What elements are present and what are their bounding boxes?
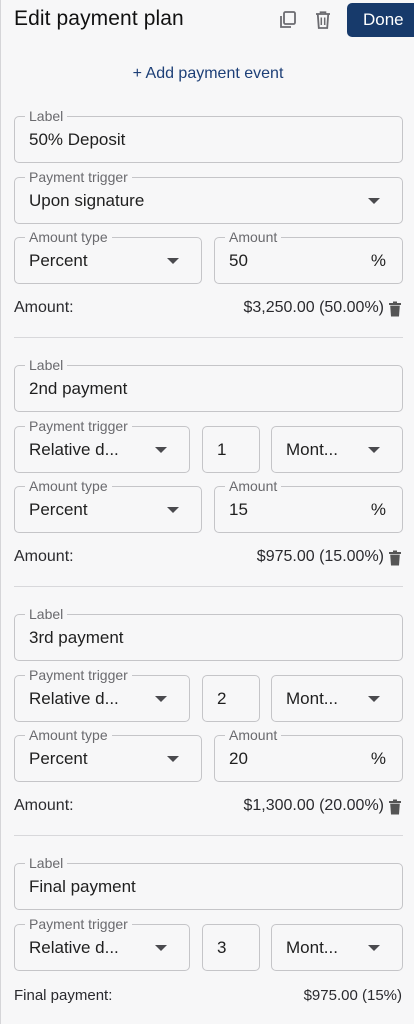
- chevron-down-icon: [368, 695, 380, 702]
- amount-summary-row: Amount: $3,250.00 (50.00%): [14, 299, 402, 321]
- payment-trigger-value: Upon signature: [29, 190, 145, 210]
- percent-suffix: %: [370, 250, 386, 270]
- offset-input[interactable]: 3: [202, 924, 260, 971]
- time-unit-value: Mont...: [286, 439, 338, 459]
- field-label: Label: [25, 855, 68, 871]
- page-title: Edit payment plan: [14, 7, 184, 30]
- label-field[interactable]: Label 50% Deposit: [14, 108, 403, 163]
- final-payment-value: $975.00 (15%): [303, 987, 402, 1004]
- copy-icon[interactable]: [277, 8, 299, 32]
- amount-type-value: Percent: [29, 748, 88, 768]
- payment-trigger-select[interactable]: Payment trigger Upon signature: [14, 169, 403, 224]
- payment-trigger-select[interactable]: Payment trigger Relative d...: [14, 916, 190, 971]
- payment-trigger-value: Relative d...: [29, 937, 119, 957]
- trash-icon[interactable]: [388, 550, 402, 566]
- trash-icon[interactable]: [388, 799, 402, 815]
- field-label: Amount: [225, 727, 282, 743]
- amount-value: 20: [229, 748, 248, 768]
- percent-suffix: %: [370, 499, 386, 519]
- field-label: Amount: [225, 229, 282, 245]
- chevron-down-icon: [368, 446, 380, 453]
- chevron-down-icon: [155, 695, 167, 702]
- payment-trigger-value: Relative d...: [29, 439, 119, 459]
- offset-value: 3: [217, 937, 227, 957]
- field-label: Payment trigger: [25, 916, 132, 932]
- amount-summary-row: Amount: $1,300.00 (20.00%): [14, 797, 402, 819]
- payment-trigger-value: Relative d...: [29, 688, 119, 708]
- amount-summary-label: Amount:: [14, 548, 74, 565]
- offset-input[interactable]: 1: [202, 426, 260, 473]
- done-button[interactable]: Done: [347, 3, 414, 37]
- field-label: Amount: [225, 478, 282, 494]
- add-payment-event-link[interactable]: + Add payment event: [1, 65, 414, 83]
- chevron-down-icon: [368, 197, 380, 204]
- trash-icon[interactable]: [388, 301, 402, 317]
- offset-value: 1: [217, 439, 227, 459]
- amount-input[interactable]: Amount 15 %: [214, 478, 403, 533]
- field-label: Label: [25, 357, 68, 373]
- label-field[interactable]: Label Final payment: [14, 855, 403, 910]
- amount-type-select[interactable]: Amount type Percent: [14, 727, 202, 782]
- label-field[interactable]: Label 2nd payment: [14, 357, 403, 412]
- panel-header: Edit payment plan Done: [1, 0, 414, 40]
- time-unit-select[interactable]: Mont...: [271, 675, 403, 722]
- amount-summary-label: Amount:: [14, 299, 74, 316]
- label-field[interactable]: Label 3rd payment: [14, 606, 403, 661]
- divider: [14, 835, 403, 836]
- time-unit-value: Mont...: [286, 688, 338, 708]
- amount-type-select[interactable]: Amount type Percent: [14, 478, 202, 533]
- field-label: Amount type: [25, 727, 112, 743]
- field-label: Label: [25, 108, 68, 124]
- amount-type-value: Percent: [29, 499, 88, 519]
- chevron-down-icon: [167, 506, 179, 513]
- amount-summary-value: $1,300.00 (20.00%): [243, 797, 384, 814]
- amount-summary-value: $3,250.00 (50.00%): [243, 299, 384, 316]
- offset-input[interactable]: 2: [202, 675, 260, 722]
- final-payment-summary-row: Final payment: $975.00 (15%): [14, 987, 402, 1009]
- label-value: Final payment: [29, 876, 136, 896]
- final-payment-label: Final payment:: [14, 987, 113, 1004]
- chevron-down-icon: [155, 944, 167, 951]
- payment-trigger-select[interactable]: Payment trigger Relative d...: [14, 418, 190, 473]
- payment-trigger-select[interactable]: Payment trigger Relative d...: [14, 667, 190, 722]
- divider: [14, 337, 403, 338]
- label-value: 3rd payment: [29, 627, 124, 647]
- amount-type-select[interactable]: Amount type Percent: [14, 229, 202, 284]
- trash-icon[interactable]: [312, 8, 334, 32]
- time-unit-select[interactable]: Mont...: [271, 924, 403, 971]
- edit-payment-plan-panel: Edit payment plan Done + Add payment eve…: [0, 0, 414, 1024]
- label-value: 50% Deposit: [29, 129, 126, 149]
- amount-input[interactable]: Amount 50 %: [214, 229, 403, 284]
- time-unit-select[interactable]: Mont...: [271, 426, 403, 473]
- percent-suffix: %: [370, 748, 386, 768]
- amount-summary-value: $975.00 (15.00%): [256, 548, 384, 565]
- chevron-down-icon: [155, 446, 167, 453]
- field-label: Label: [25, 606, 68, 622]
- divider: [14, 586, 403, 587]
- offset-value: 2: [217, 688, 227, 708]
- time-unit-value: Mont...: [286, 937, 338, 957]
- field-label: Payment trigger: [25, 169, 132, 185]
- field-label: Amount type: [25, 229, 112, 245]
- amount-summary-label: Amount:: [14, 797, 74, 814]
- chevron-down-icon: [368, 944, 380, 951]
- chevron-down-icon: [167, 257, 179, 264]
- field-label: Payment trigger: [25, 418, 132, 434]
- amount-input[interactable]: Amount 20 %: [214, 727, 403, 782]
- amount-value: 15: [229, 499, 248, 519]
- amount-type-value: Percent: [29, 250, 88, 270]
- amount-summary-row: Amount: $975.00 (15.00%): [14, 548, 402, 570]
- field-label: Payment trigger: [25, 667, 132, 683]
- chevron-down-icon: [167, 755, 179, 762]
- amount-value: 50: [229, 250, 248, 270]
- field-label: Amount type: [25, 478, 112, 494]
- label-value: 2nd payment: [29, 378, 128, 398]
